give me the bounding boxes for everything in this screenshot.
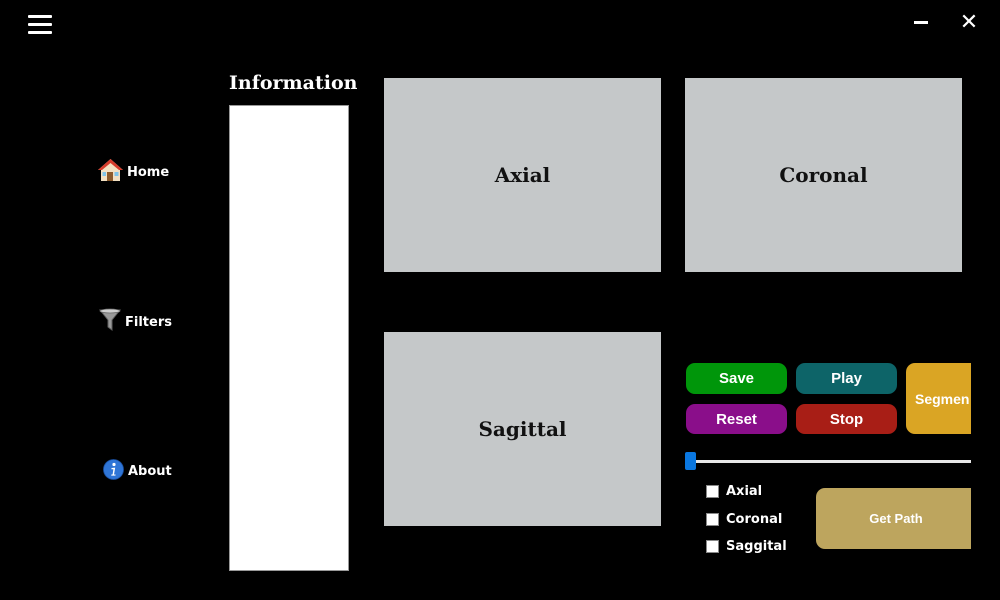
funnel-icon: [98, 308, 122, 336]
coronal-checkbox-row[interactable]: Coronal: [706, 512, 782, 527]
nav-about-label: About: [128, 464, 172, 479]
axial-view-label: Axial: [494, 163, 551, 187]
axial-checkbox-label: Axial: [726, 484, 763, 499]
coronal-view[interactable]: Coronal: [685, 78, 962, 272]
hamburger-menu-icon[interactable]: [28, 15, 52, 35]
play-button[interactable]: Play: [796, 363, 897, 394]
info-icon: [103, 459, 124, 484]
window-edge: [971, 340, 1000, 600]
coronal-view-label: Coronal: [779, 163, 868, 187]
house-icon: [98, 158, 123, 186]
nav-home[interactable]: Home: [98, 158, 169, 186]
nav-about[interactable]: About: [103, 459, 172, 484]
sagittal-checkbox[interactable]: [706, 540, 719, 553]
axial-checkbox-row[interactable]: Axial: [706, 484, 762, 499]
nav-home-label: Home: [127, 164, 170, 180]
get-path-button[interactable]: Get Path: [816, 488, 986, 549]
save-button[interactable]: Save: [686, 363, 787, 394]
coronal-checkbox-label: Coronal: [726, 512, 783, 527]
slice-slider-track[interactable]: [690, 460, 971, 463]
nav-filters[interactable]: Filters: [98, 308, 172, 336]
sagittal-checkbox-label: Saggital: [726, 539, 787, 554]
minimize-icon[interactable]: [912, 10, 930, 34]
coronal-checkbox[interactable]: [706, 513, 719, 526]
axial-view[interactable]: Axial: [384, 78, 661, 272]
nav-filters-label: Filters: [125, 314, 172, 330]
stop-button[interactable]: Stop: [796, 404, 897, 434]
axial-checkbox[interactable]: [706, 485, 719, 498]
sagittal-view-label: Sagittal: [478, 417, 567, 441]
slice-slider-thumb[interactable]: [685, 452, 696, 470]
information-title: Information: [229, 72, 358, 94]
sagittal-view[interactable]: Sagittal: [384, 332, 661, 526]
close-icon[interactable]: ✕: [958, 12, 980, 34]
information-panel: [229, 105, 349, 571]
sagittal-checkbox-row[interactable]: Saggital: [706, 539, 787, 554]
reset-button[interactable]: Reset: [686, 404, 787, 434]
